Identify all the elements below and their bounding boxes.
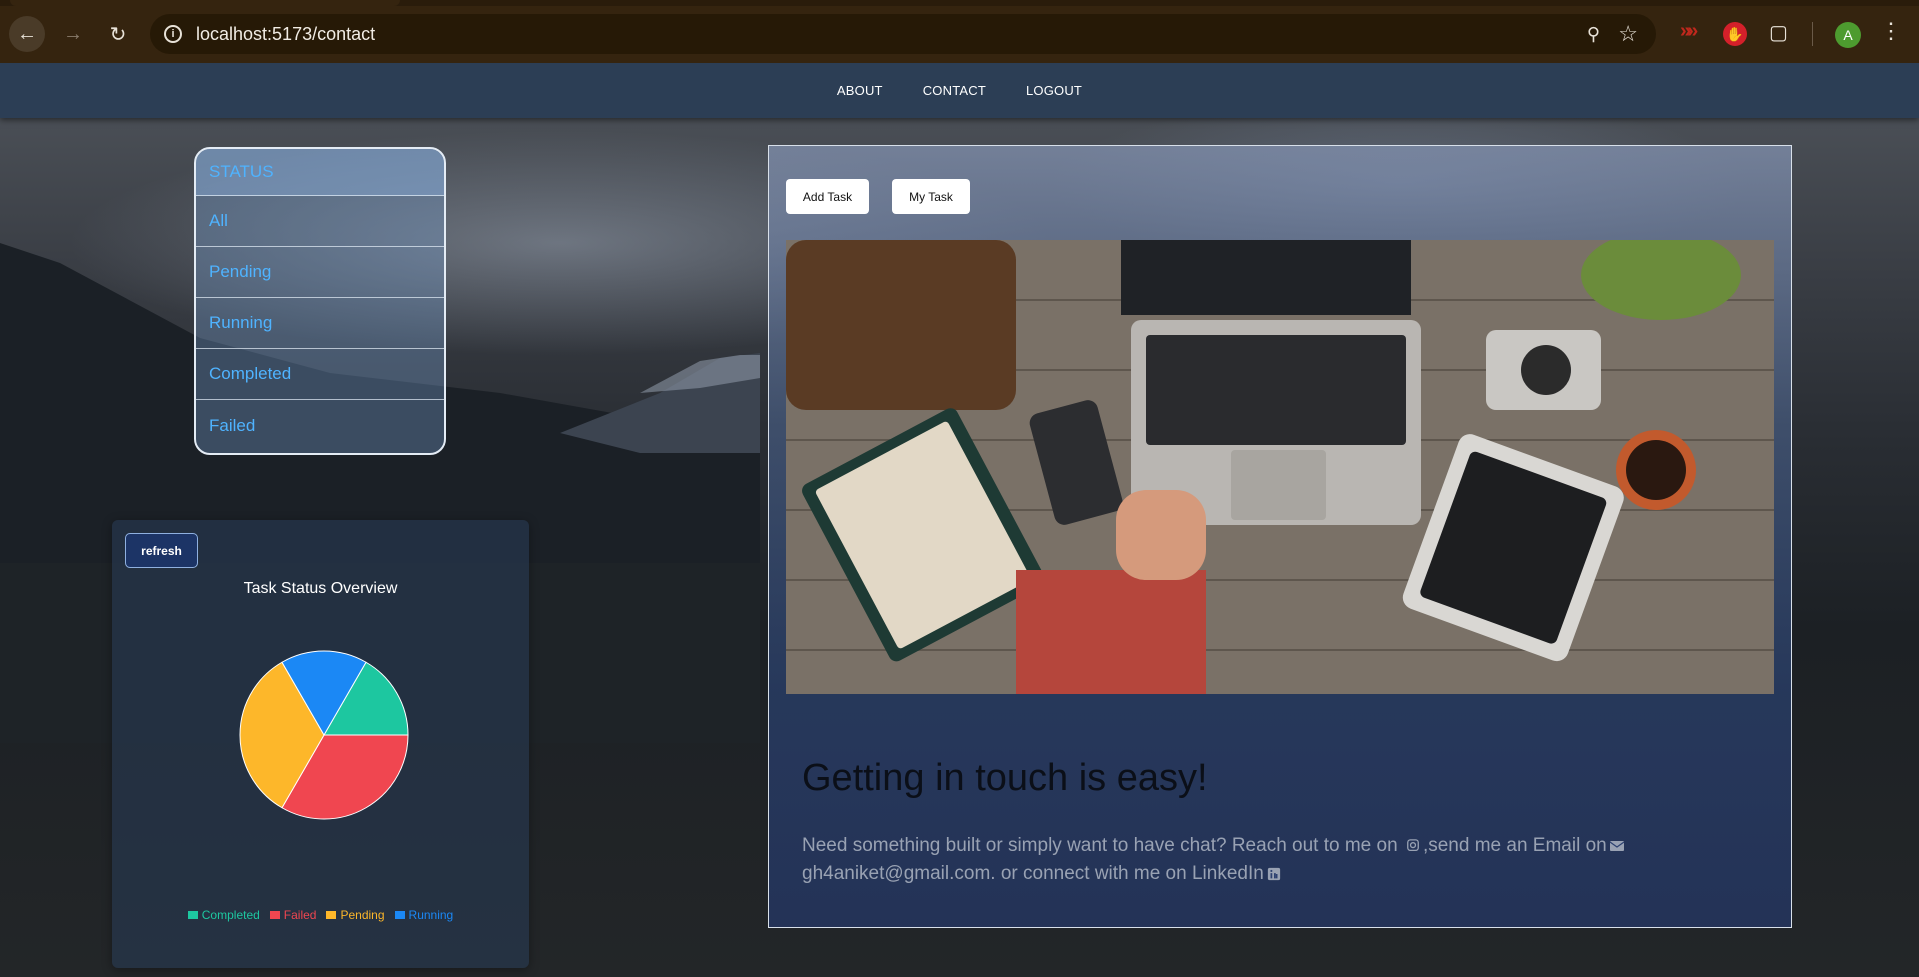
legend-label: Completed — [201, 908, 260, 922]
legend-swatch — [187, 911, 198, 919]
my-task-button[interactable]: My Task — [892, 179, 970, 214]
legend-label: Pending — [340, 908, 385, 922]
contact-text-part3: gh4aniket@gmail.com. or connect with me … — [802, 863, 1264, 884]
browser-toolbar: ← → ↻ i localhost:5173/contact ⚲ ☆ »» ✋ … — [0, 0, 1919, 63]
page-background: ABOUT CONTACT LOGOUT STATUS All Pending … — [0, 63, 1919, 977]
linkedin-icon[interactable] — [1266, 867, 1282, 881]
legend-item-failed[interactable]: Failed — [269, 908, 317, 922]
puzzle-icon[interactable]: ▢ — [1769, 20, 1788, 45]
status-item-all[interactable]: All — [196, 196, 444, 247]
status-filter-list: STATUS All Pending Running Completed Fai… — [194, 147, 446, 455]
pie-chart — [239, 650, 409, 820]
status-item-running[interactable]: Running — [196, 298, 444, 349]
legend-item-running[interactable]: Running — [394, 908, 454, 922]
legend-item-pending[interactable]: Pending — [326, 908, 385, 922]
legend-swatch — [326, 911, 337, 919]
legend-item-completed[interactable]: Completed — [187, 908, 260, 922]
contact-heading: Getting in touch is easy! — [802, 757, 1208, 799]
zoom-out-icon[interactable]: ⚲ — [1587, 24, 1600, 45]
chart-title: Task Status Overview — [243, 580, 398, 597]
kebab-menu-icon[interactable]: ⋮ — [1880, 18, 1902, 44]
legend-swatch — [269, 911, 280, 919]
chart-legend: Completed Failed Pending Running — [112, 908, 529, 922]
info-icon[interactable]: i — [164, 25, 182, 43]
forward-arrow-icon[interactable]: → — [55, 16, 91, 52]
double-arrow-extension-icon[interactable]: »» — [1680, 20, 1698, 43]
toolbar-divider — [1812, 22, 1813, 46]
nav-logout[interactable]: LOGOUT — [1026, 83, 1082, 98]
status-item-pending[interactable]: Pending — [196, 247, 444, 298]
status-item-completed[interactable]: Completed — [196, 349, 444, 400]
contact-text-part1: Need something built or simply want to h… — [802, 835, 1403, 856]
email-icon[interactable] — [1609, 839, 1625, 853]
add-task-button[interactable]: Add Task — [786, 179, 869, 214]
status-item-failed[interactable]: Failed — [196, 400, 444, 451]
legend-label: Running — [408, 908, 454, 922]
hand-extension-icon[interactable]: ✋ — [1723, 22, 1747, 46]
contact-panel: Add Task My Task Getting in touch is eas… — [768, 145, 1792, 928]
reload-icon[interactable]: ↻ — [100, 16, 136, 52]
desk-hero-image — [786, 240, 1774, 694]
top-navbar: ABOUT CONTACT LOGOUT — [0, 63, 1919, 118]
task-status-card: refresh Task Status Overview Completed Fa… — [112, 520, 529, 968]
url-text[interactable]: localhost:5173/contact — [196, 24, 375, 45]
active-tab[interactable] — [10, 0, 400, 6]
nav-contact[interactable]: CONTACT — [923, 83, 986, 98]
legend-swatch — [394, 911, 405, 919]
star-icon[interactable]: ☆ — [1618, 21, 1638, 47]
back-arrow-icon[interactable]: ← — [9, 16, 45, 52]
contact-text-part2: ,send me an Email on — [1422, 835, 1607, 856]
status-header: STATUS — [196, 149, 444, 196]
contact-text: Need something built or simply want to h… — [802, 832, 1762, 888]
address-bar[interactable]: i localhost:5173/contact ⚲ ☆ — [150, 14, 1656, 54]
profile-avatar[interactable]: A — [1835, 22, 1861, 48]
instagram-icon[interactable] — [1405, 839, 1421, 853]
nav-about[interactable]: ABOUT — [837, 83, 883, 98]
refresh-button[interactable]: refresh — [125, 533, 198, 568]
legend-label: Failed — [283, 908, 317, 922]
